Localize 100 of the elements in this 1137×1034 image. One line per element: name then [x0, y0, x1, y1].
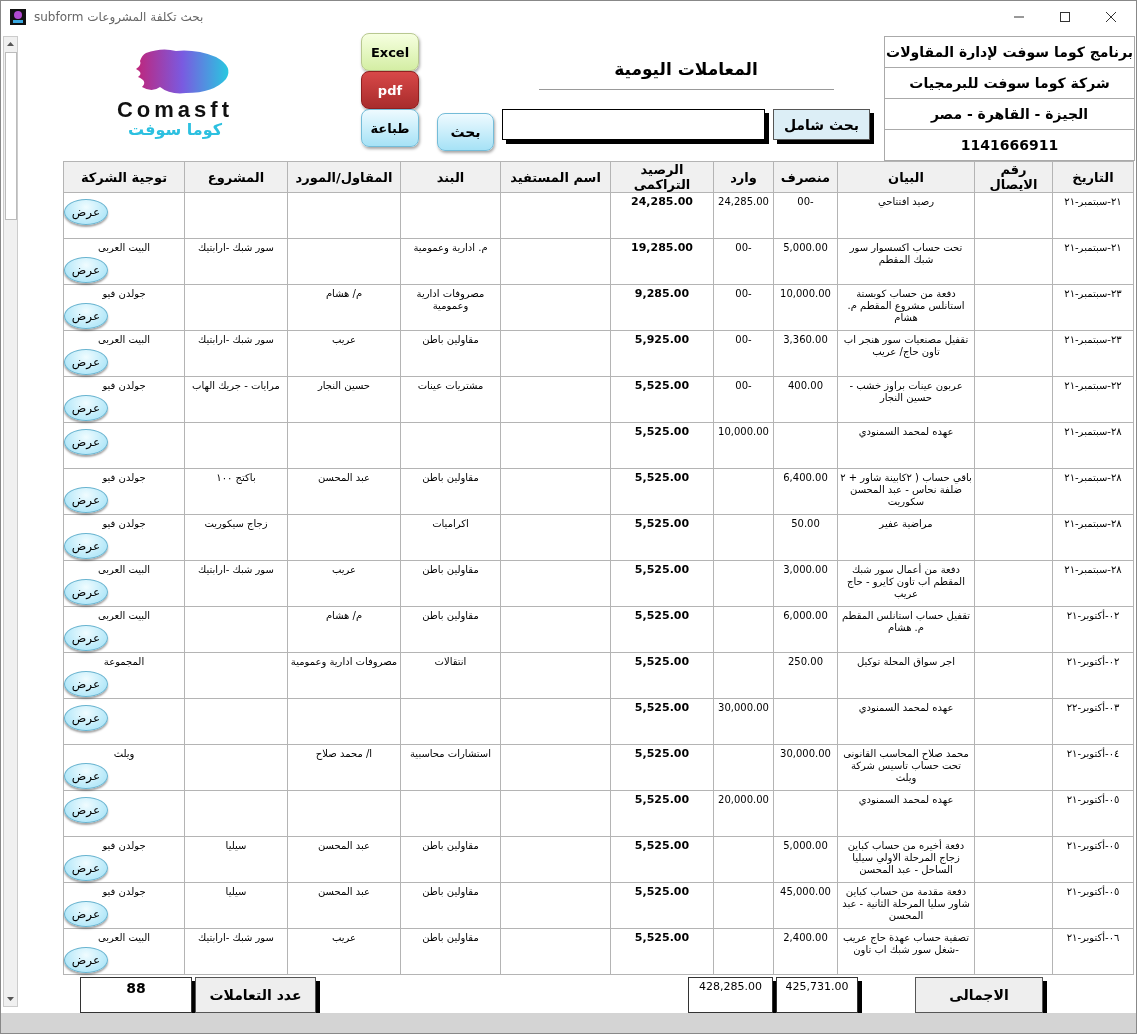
- company-info: الجيزة - القاهرة - مصر: [885, 98, 1134, 129]
- table-cell: 3,000.00: [773, 560, 838, 607]
- table-cell: جولدن فيو: [102, 472, 146, 484]
- view-button[interactable]: عرض: [64, 533, 108, 559]
- view-button[interactable]: عرض: [64, 797, 108, 823]
- view-button[interactable]: عرض: [64, 671, 108, 697]
- view-button[interactable]: عرض: [64, 303, 108, 329]
- table-cell: دفعة أخيره من حساب كباين زجاج المرحلة الاولي سيليا الساحل - عبد المحسن: [837, 836, 975, 883]
- column-header: اسم المستفيد: [500, 161, 611, 193]
- table-cell: 24,285.00: [610, 192, 714, 239]
- search-field[interactable]: [502, 109, 765, 140]
- table-cell: حسين النجار: [287, 376, 401, 423]
- table-cell: 30,000.00: [713, 698, 774, 745]
- view-button[interactable]: عرض: [64, 257, 108, 283]
- table-cell: عبد المحسن: [287, 468, 401, 515]
- table-cell: مقاولين باطن: [400, 606, 501, 653]
- table-cell: اكراميات: [400, 514, 501, 561]
- table-cell: 50.00: [773, 514, 838, 561]
- table-cell: ٢١-سبتمبر-٢١: [1052, 192, 1134, 239]
- table-cell: زجاج سيكوريت: [184, 514, 288, 561]
- table-cell: 5,525.00: [610, 744, 714, 791]
- table-cell: تقفيل حساب استانلس المقطم م. هشام: [837, 606, 975, 653]
- table-cell: ٠٢-أكتوبر-٢١: [1052, 652, 1134, 699]
- table-cell: مشتريات عينات: [400, 376, 501, 423]
- window-title: بحث تكلفة المشروعات subform: [34, 10, 204, 24]
- table-cell: تصفية حساب عهدة حاج عريب -شغل سور شبك اب تاون: [837, 928, 975, 975]
- table-cell: مقاولين باطن: [400, 928, 501, 975]
- view-button[interactable]: عرض: [64, 395, 108, 421]
- table-cell: سيليا: [184, 836, 288, 883]
- table-cell: ٠٣-أكتوبر-٢٢: [1052, 698, 1134, 745]
- table-cell: ويلث: [113, 748, 135, 760]
- table-cell: عريب: [287, 330, 401, 377]
- table-cell: 5,525.00: [610, 652, 714, 699]
- table-cell: 9,285.00: [610, 284, 714, 331]
- table-cell: تقفيل مصنعيات سور هنجر اب تاون حاج/ عريب: [837, 330, 975, 377]
- company-info: 1141666911: [885, 129, 1134, 160]
- table-cell: 5,525.00: [610, 882, 714, 929]
- table-cell: استشارات محاسبية: [400, 744, 501, 791]
- table-cell: مقاولين باطن: [400, 882, 501, 929]
- table-cell: مصروفات ادارية وعمومية: [400, 284, 501, 331]
- excel-button[interactable]: Excel: [361, 33, 419, 71]
- table-cell: دفعة مقدمة من حساب كباين شاور سليا المرحلة الثانية - عبد المحسن: [837, 882, 975, 929]
- vertical-scrollbar[interactable]: [3, 36, 18, 1007]
- table-cell: باكتج ١٠٠: [184, 468, 288, 515]
- print-button[interactable]: طباعة: [361, 109, 419, 147]
- pdf-button[interactable]: pdf: [361, 71, 419, 109]
- table-cell: 5,525.00: [610, 698, 714, 745]
- table-cell: مقاولين باطن: [400, 468, 501, 515]
- maximize-icon[interactable]: [1059, 11, 1071, 23]
- table-cell: 20,000.00: [713, 790, 774, 837]
- table-cell: تحت حساب اكسسوار سور شبك المقطم: [837, 238, 975, 285]
- table-cell: عهده لمحمد السمنودي: [837, 698, 975, 745]
- table-cell: دفعة من حساب كوبستة استانلس مشروع المقطم م. هشام: [837, 284, 975, 331]
- table-cell: المجموعة: [103, 656, 145, 668]
- search-button[interactable]: بحث: [437, 113, 494, 151]
- table-cell: مراضية عفير: [837, 514, 975, 561]
- view-button[interactable]: عرض: [64, 901, 108, 927]
- table-cell: عهده لمحمد السمنودي: [837, 790, 975, 837]
- table-cell: 5,525.00: [610, 560, 714, 607]
- table-cell: 5,525.00: [610, 790, 714, 837]
- table-cell: 5,000.00: [773, 238, 838, 285]
- table-cell: عريب: [287, 928, 401, 975]
- view-button[interactable]: عرض: [64, 579, 108, 605]
- scrollbar-thumb[interactable]: [4, 52, 17, 220]
- table-cell: 10,000.00: [773, 284, 838, 331]
- table-cell: سور شبك -ارابتيك: [184, 238, 288, 285]
- table-cell: ٠٢-أكتوبر-٢١: [1052, 606, 1134, 653]
- view-button[interactable]: عرض: [64, 705, 108, 731]
- view-button[interactable]: عرض: [64, 947, 108, 973]
- table-cell: 250.00: [773, 652, 838, 699]
- table-cell: م. ادارية وعمومية: [400, 238, 501, 285]
- view-button[interactable]: عرض: [64, 625, 108, 651]
- view-button[interactable]: عرض: [64, 349, 108, 375]
- view-button[interactable]: عرض: [64, 487, 108, 513]
- view-button[interactable]: عرض: [64, 199, 108, 225]
- close-icon[interactable]: [1105, 11, 1117, 23]
- table-cell: ا/ محمد صلاح: [287, 744, 401, 791]
- table-cell: مصروفات ادارية وعمومية: [287, 652, 401, 699]
- table-cell: سور شبك -ارابتيك: [184, 330, 288, 377]
- company-info: برنامج كوما سوفت لإدارة المقاولات: [885, 43, 1134, 63]
- column-header: المشروع: [184, 161, 288, 193]
- table-cell: ٢٨-سبتمبر-٢١: [1052, 514, 1134, 561]
- view-button[interactable]: عرض: [64, 855, 108, 881]
- table-cell: عهده لمحمد السمنودي: [837, 422, 975, 469]
- table-cell: ٢٨-سبتمبر-٢١: [1052, 560, 1134, 607]
- table-cell: جولدن فيو: [102, 380, 146, 392]
- table-cell: جولدن فيو: [102, 886, 146, 898]
- column-header: توجية الشركة: [63, 161, 185, 193]
- table-cell: البيت العربى: [97, 564, 151, 576]
- table-cell: ٢٣-سبتمبر-٢١: [1052, 330, 1134, 377]
- table-cell: البيت العربى: [97, 334, 151, 346]
- table-cell: ٠٥-أكتوبر-٢١: [1052, 836, 1134, 883]
- table-cell: عبد المحسن: [287, 882, 401, 929]
- table-cell: 5,925.00: [610, 330, 714, 377]
- view-button[interactable]: عرض: [64, 429, 108, 455]
- table-cell: 3,360.00: [773, 330, 838, 377]
- view-button[interactable]: عرض: [64, 763, 108, 789]
- table-cell: مقاولين باطن: [400, 330, 501, 377]
- table-cell: 6,400.00: [773, 468, 838, 515]
- logo-text: Comasft: [117, 99, 233, 121]
